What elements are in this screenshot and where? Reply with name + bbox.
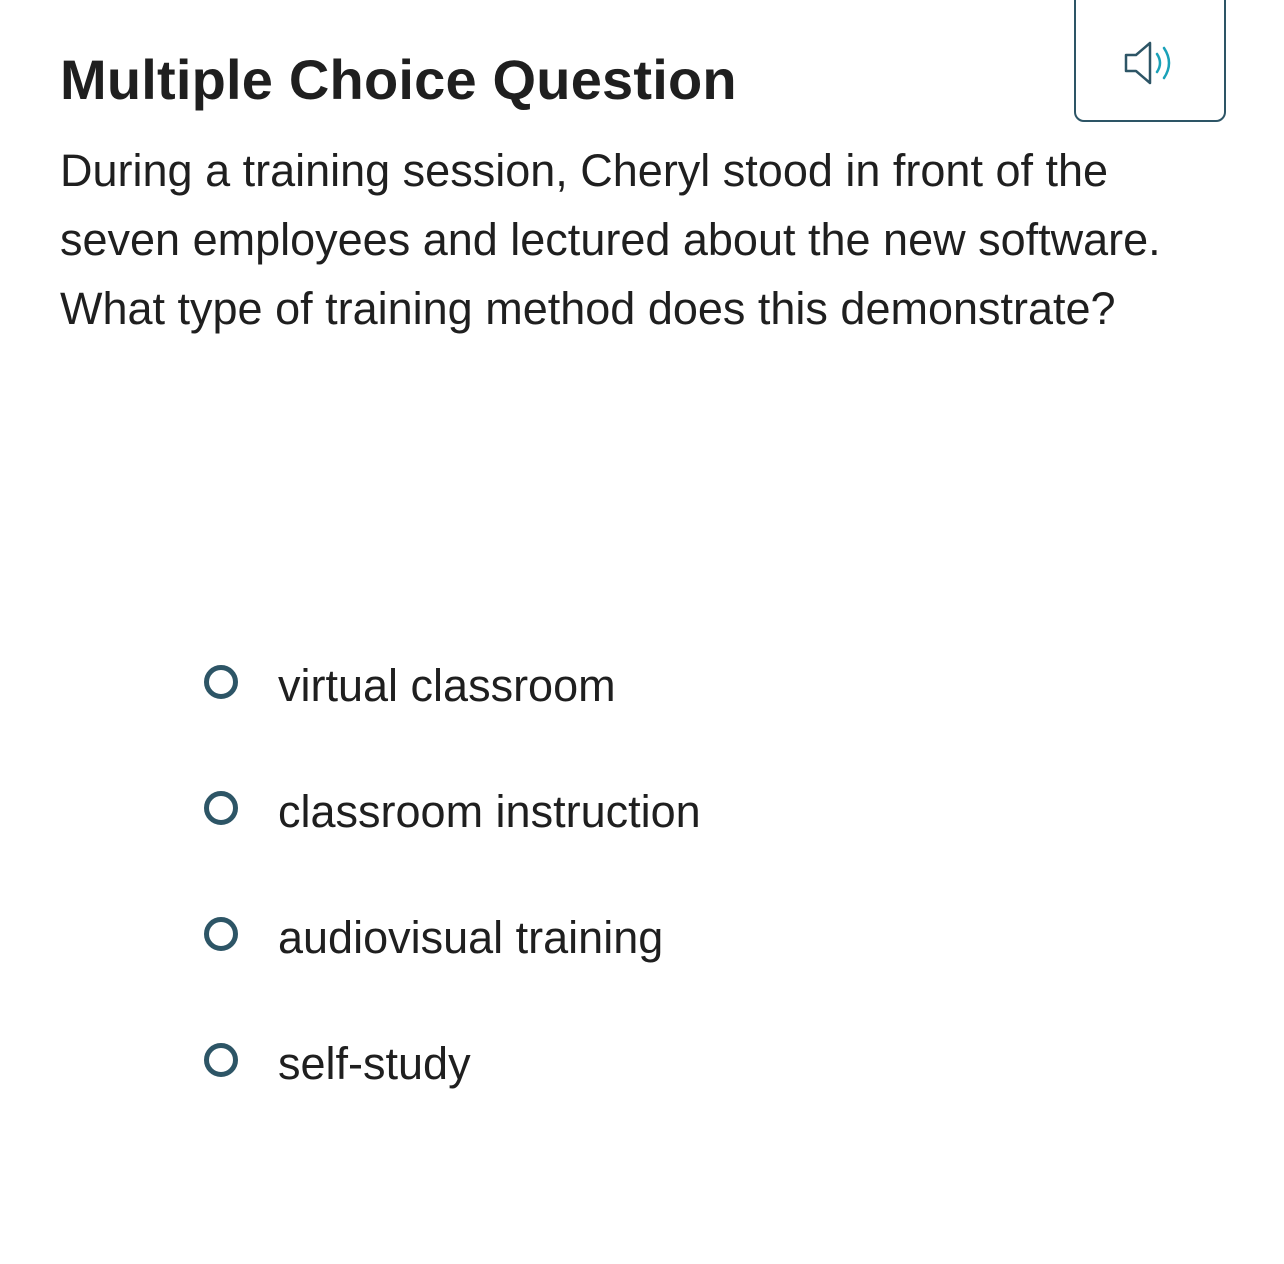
answer-option-self-study[interactable]: self-study [200,1028,1100,1100]
speaker-icon [1124,41,1171,85]
answer-option-classroom-instruction[interactable]: classroom instruction [200,776,1100,848]
answer-option-label: self-study [278,1038,471,1089]
answer-options: virtual classroom classroom instruction … [200,650,1100,1154]
radio-button[interactable] [204,665,238,699]
answer-option-label: classroom instruction [278,786,701,837]
answer-option-label: audiovisual training [278,912,664,963]
read-aloud-button[interactable] [1074,0,1226,122]
radio-button[interactable] [204,1043,238,1077]
radio-button[interactable] [204,917,238,951]
question-text: During a training session, Cheryl stood … [60,145,1161,334]
answer-option-label: virtual classroom [278,660,616,711]
radio-button[interactable] [204,791,238,825]
page-title: Multiple Choice Question [60,47,737,111]
question-page: Multiple Choice Question During a traini… [0,0,1284,1264]
answer-option-virtual-classroom[interactable]: virtual classroom [200,650,1100,722]
answer-option-audiovisual-training[interactable]: audiovisual training [200,902,1100,974]
